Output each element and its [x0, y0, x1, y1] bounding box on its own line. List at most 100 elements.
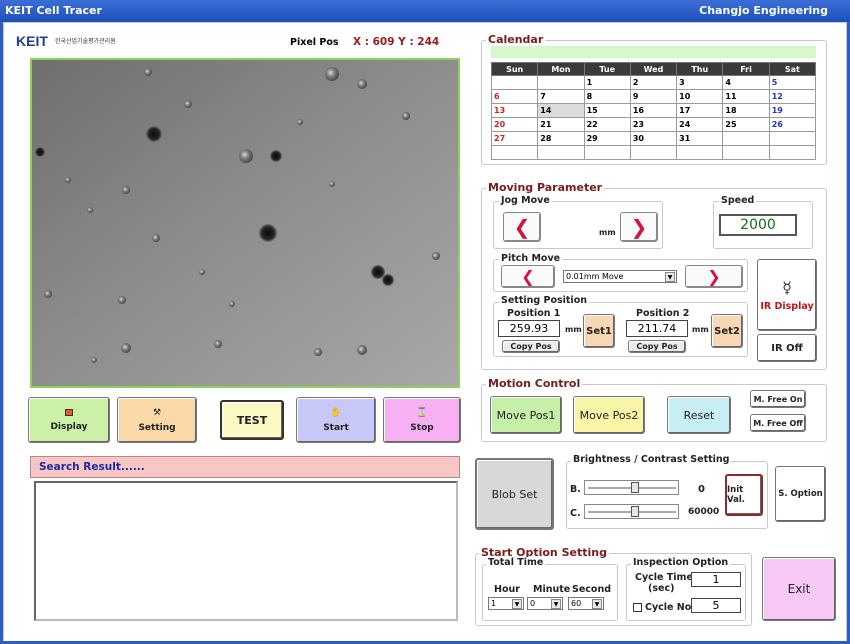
- second-select[interactable]: 60 ▼: [568, 597, 604, 610]
- calendar-day-cell[interactable]: [490, 75, 539, 90]
- calendar-day-cell[interactable]: 27: [490, 131, 539, 146]
- calendar-day-cell[interactable]: [537, 145, 585, 160]
- search-result-list[interactable]: [34, 481, 458, 621]
- calendar-day-cell[interactable]: [629, 145, 678, 160]
- brightness-label: B.: [570, 484, 581, 495]
- calendar-day-cell[interactable]: 16: [629, 103, 678, 118]
- speed-field[interactable]: 2000: [719, 214, 797, 236]
- calendar-day-cell[interactable]: 25: [722, 117, 770, 132]
- speed-title: Speed: [719, 195, 757, 206]
- display-button[interactable]: Display: [28, 397, 110, 443]
- calendar-day-cell[interactable]: 10: [676, 89, 724, 104]
- contrast-thumb[interactable]: [630, 506, 639, 517]
- set2-button[interactable]: Set2: [711, 314, 743, 348]
- calendar-day-cell[interactable]: 12: [768, 89, 817, 104]
- calendar-day-cell[interactable]: 19: [768, 103, 817, 118]
- jog-left-button[interactable]: ❮: [503, 212, 541, 242]
- calendar-day-cell[interactable]: [490, 145, 539, 160]
- moving-parameter-title: Moving Parameter: [486, 181, 605, 194]
- ir-off-button[interactable]: IR Off: [757, 334, 817, 362]
- calendar-day-cell[interactable]: 26: [768, 117, 817, 132]
- calendar-day-cell[interactable]: 29: [583, 131, 631, 146]
- calendar-header-cell: Wed: [629, 62, 678, 76]
- start-button[interactable]: ✋ Start: [296, 397, 376, 443]
- pitch-right-button[interactable]: ❯: [685, 265, 743, 288]
- calendar-day-cell[interactable]: 17: [676, 103, 724, 118]
- reset-button[interactable]: Reset: [667, 396, 731, 434]
- cycle-time-label: Cycle Time: [635, 572, 693, 583]
- position1-field[interactable]: 259.93: [498, 320, 560, 337]
- motor-free-off-button[interactable]: M. Free Off: [750, 414, 806, 432]
- calendar-day-cell[interactable]: 4: [722, 75, 770, 90]
- move-pos2-button[interactable]: Move Pos2: [573, 396, 645, 434]
- calendar-day-cell[interactable]: 24: [676, 117, 724, 132]
- hour-value: 1: [491, 599, 497, 608]
- jog-right-button[interactable]: ❯: [620, 212, 658, 242]
- calendar-day-cell[interactable]: 11: [722, 89, 770, 104]
- chevron-right-icon: ❯: [707, 267, 721, 286]
- motor-free-on-button[interactable]: M. Free On: [750, 390, 806, 408]
- calendar-week-row: 12345: [490, 75, 817, 90]
- s-option-button[interactable]: S. Option: [775, 466, 826, 522]
- contrast-slider[interactable]: [584, 504, 679, 519]
- setting-button[interactable]: ⚒ Setting: [117, 397, 197, 443]
- calendar-day-cell[interactable]: [722, 145, 770, 160]
- calendar-day-cell[interactable]: 9: [629, 89, 678, 104]
- calendar-day-cell[interactable]: 15: [583, 103, 631, 118]
- init-val-label: Init Val.: [727, 485, 745, 505]
- calendar-day-cell[interactable]: 1: [583, 75, 631, 90]
- calendar-day-cell[interactable]: 5: [768, 75, 817, 90]
- calendar-day-cell[interactable]: 22: [583, 117, 631, 132]
- copy-pos2-button[interactable]: Copy Pos: [628, 340, 686, 353]
- position1-unit: mm: [565, 325, 582, 334]
- calendar-day-cell[interactable]: 23: [629, 117, 678, 132]
- brightness-slider[interactable]: [584, 480, 679, 495]
- calendar-day-cell[interactable]: 28: [537, 131, 585, 146]
- calendar-day-cell[interactable]: 21: [537, 117, 585, 132]
- calendar-day-cell[interactable]: [537, 75, 585, 90]
- calendar-day-cell[interactable]: [583, 145, 631, 160]
- stop-button[interactable]: ⌛ Stop: [383, 397, 461, 443]
- test-button[interactable]: TEST: [220, 400, 284, 440]
- calendar-day-cell[interactable]: [768, 131, 817, 146]
- calendar-day-cell[interactable]: [768, 145, 817, 160]
- pitch-left-button[interactable]: ❮: [501, 265, 555, 288]
- calendar-day-cell[interactable]: 13: [490, 103, 539, 118]
- calendar-day-cell[interactable]: 20: [490, 117, 539, 132]
- cycle-time-field[interactable]: 1: [691, 572, 741, 587]
- joystick-icon: ☿: [782, 278, 792, 297]
- brightness-thumb[interactable]: [630, 482, 639, 493]
- calendar-day-cell[interactable]: [676, 145, 724, 160]
- minute-label: Minute: [533, 584, 571, 595]
- calendar-day-cell[interactable]: 30: [629, 131, 678, 146]
- calendar-week-row: 6 7 8 9 10 11 12: [490, 89, 817, 104]
- ir-display-button[interactable]: ☿ IR Display: [757, 259, 817, 331]
- exit-button[interactable]: Exit: [762, 557, 836, 621]
- calendar-day-cell[interactable]: 18: [722, 103, 770, 118]
- calendar-day-cell[interactable]: 6: [490, 89, 539, 104]
- move-pos1-button[interactable]: Move Pos1: [490, 396, 562, 434]
- microscope-view[interactable]: [30, 58, 460, 388]
- calendar-day-cell[interactable]: 14: [537, 103, 585, 118]
- minute-select[interactable]: 0 ▼: [527, 597, 563, 610]
- calendar-week-row: 13 14 15 16 17 18 19: [490, 103, 817, 118]
- pitch-step-select[interactable]: 0.01mm Move ▼: [563, 270, 677, 283]
- cycle-no-field[interactable]: 5: [691, 598, 741, 613]
- chevron-down-icon: ▼: [512, 599, 522, 609]
- calendar-day-cell[interactable]: 7: [537, 89, 585, 104]
- blob-set-button[interactable]: Blob Set: [475, 458, 554, 530]
- calendar-day-cell[interactable]: [722, 131, 770, 146]
- calendar-day-cell[interactable]: 2: [629, 75, 678, 90]
- chevron-left-icon: ❮: [513, 215, 531, 239]
- calendar-day-cell[interactable]: 31: [676, 131, 724, 146]
- position2-field[interactable]: 211.74: [626, 320, 688, 337]
- set1-button[interactable]: Set1: [583, 314, 615, 348]
- cycle-no-checkbox[interactable]: [633, 603, 642, 612]
- s-option-label: S. Option: [778, 489, 823, 499]
- calendar-day-cell[interactable]: 3: [676, 75, 724, 90]
- calendar-day-cell[interactable]: 8: [583, 89, 631, 104]
- init-val-button[interactable]: Init Val.: [725, 474, 763, 516]
- copy-pos1-button[interactable]: Copy Pos: [502, 340, 560, 353]
- blob-set-label: Blob Set: [491, 487, 538, 501]
- hour-select[interactable]: 1 ▼: [488, 597, 524, 610]
